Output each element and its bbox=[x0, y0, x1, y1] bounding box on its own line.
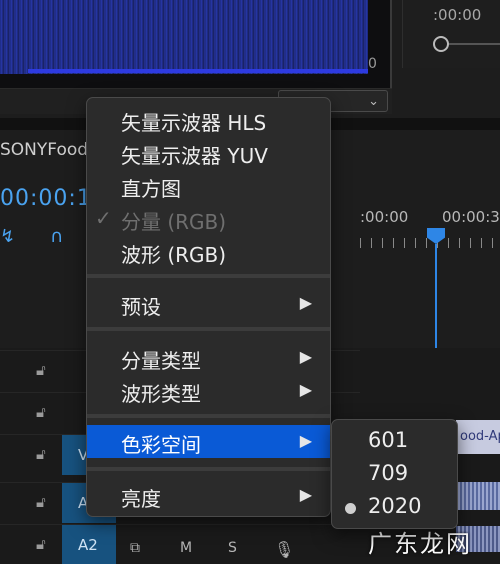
scope-waveform bbox=[0, 0, 368, 74]
menu-item-label: 色彩空间 bbox=[121, 433, 201, 457]
sequence-name[interactable]: SONYFood bbox=[0, 140, 88, 160]
menu-item-parade-rgb: ✓ 分量 (RGB) bbox=[87, 202, 330, 235]
menu-item-label: 矢量示波器 YUV bbox=[121, 144, 268, 168]
submenu-arrow-icon: ▶ bbox=[299, 347, 312, 366]
snap-icon[interactable]: ↯ bbox=[0, 226, 15, 247]
menu-separator bbox=[87, 467, 330, 471]
option-label: 2020 bbox=[368, 494, 422, 518]
menu-item-label: 矢量示波器 HLS bbox=[121, 111, 267, 135]
checkmark-icon: ✓ bbox=[95, 206, 112, 230]
menu-item-label: 分量类型 bbox=[121, 349, 201, 373]
mini-timecode: :00:00 bbox=[433, 6, 482, 24]
menu-item-color-space[interactable]: 色彩空间 ▶ bbox=[87, 425, 330, 458]
audio-clip[interactable] bbox=[456, 482, 500, 510]
menu-separator bbox=[87, 327, 330, 331]
submenu-arrow-icon: ▶ bbox=[299, 485, 312, 504]
ruler-label: :00:00 bbox=[360, 208, 409, 226]
option-label: 709 bbox=[368, 461, 409, 485]
program-mini-panel: :00:00 bbox=[402, 0, 500, 68]
submenu-arrow-icon: ▶ bbox=[299, 380, 312, 399]
menu-item-vectorscope-yuv[interactable]: 矢量示波器 YUV bbox=[87, 136, 330, 169]
menu-item-label: 直方图 bbox=[121, 177, 181, 201]
option-label: 601 bbox=[368, 428, 409, 452]
scope-context-menu: 矢量示波器 HLS 矢量示波器 YUV 直方图 ✓ 分量 (RGB) 波形 (R… bbox=[86, 97, 331, 517]
menu-item-waveform-rgb[interactable]: 波形 (RGB) bbox=[87, 235, 330, 268]
track-target-a2[interactable]: A2 bbox=[62, 525, 116, 564]
watermark: 广东龙网 bbox=[368, 530, 472, 558]
lock-icon[interactable]: 🔓︎ bbox=[36, 445, 46, 463]
scope-baseline bbox=[28, 69, 368, 73]
menu-separator bbox=[87, 274, 330, 278]
menu-item-label: 波形 (RGB) bbox=[121, 243, 227, 267]
menu-item-label: 亮度 bbox=[121, 487, 161, 511]
lock-icon[interactable]: 🔓︎ bbox=[36, 493, 46, 511]
ruler-label: 00:00:3 bbox=[442, 208, 500, 226]
menu-item-label: 波形类型 bbox=[121, 382, 201, 406]
color-space-option-2020[interactable]: 2020 bbox=[332, 491, 457, 523]
color-space-option-601[interactable]: 601 bbox=[332, 425, 457, 457]
color-space-submenu: 601 709 2020 bbox=[331, 419, 458, 529]
scope-zero-label: 0 bbox=[368, 56, 377, 72]
menu-item-label: 预设 bbox=[121, 295, 161, 319]
solo-button[interactable]: S bbox=[228, 540, 237, 556]
menu-item-vectorscope-hls[interactable]: 矢量示波器 HLS bbox=[87, 103, 330, 136]
sync-lock-icon[interactable]: ⧉ bbox=[130, 540, 140, 556]
menu-item-histogram[interactable]: 直方图 bbox=[87, 169, 330, 202]
menu-item-parade-type[interactable]: 分量类型 ▶ bbox=[87, 341, 330, 374]
lock-icon[interactable]: 🔓︎ bbox=[36, 361, 46, 379]
magnet-icon[interactable]: ∩ bbox=[50, 226, 63, 247]
mini-slider-knob[interactable] bbox=[433, 36, 449, 52]
menu-item-waveform-type[interactable]: 波形类型 ▶ bbox=[87, 374, 330, 407]
lock-icon[interactable]: 🔓︎ bbox=[36, 403, 46, 421]
menu-separator bbox=[87, 414, 330, 418]
submenu-arrow-icon: ▶ bbox=[299, 293, 312, 312]
menu-item-presets[interactable]: 预设 ▶ bbox=[87, 287, 330, 320]
mute-button[interactable]: M bbox=[180, 540, 192, 556]
video-clip[interactable]: ood-Ap bbox=[456, 420, 500, 454]
chevron-down-icon: ⌄ bbox=[368, 94, 379, 109]
menu-item-label: 分量 (RGB) bbox=[121, 210, 227, 234]
scope-display bbox=[0, 0, 392, 88]
selected-radio-icon bbox=[345, 503, 356, 514]
menu-item-brightness[interactable]: 亮度 ▶ bbox=[87, 479, 330, 512]
color-space-option-709[interactable]: 709 bbox=[332, 458, 457, 490]
submenu-arrow-icon: ▶ bbox=[299, 431, 312, 450]
microphone-icon[interactable]: 🎙︎ bbox=[274, 540, 294, 559]
lock-icon[interactable]: 🔓︎ bbox=[36, 535, 46, 553]
